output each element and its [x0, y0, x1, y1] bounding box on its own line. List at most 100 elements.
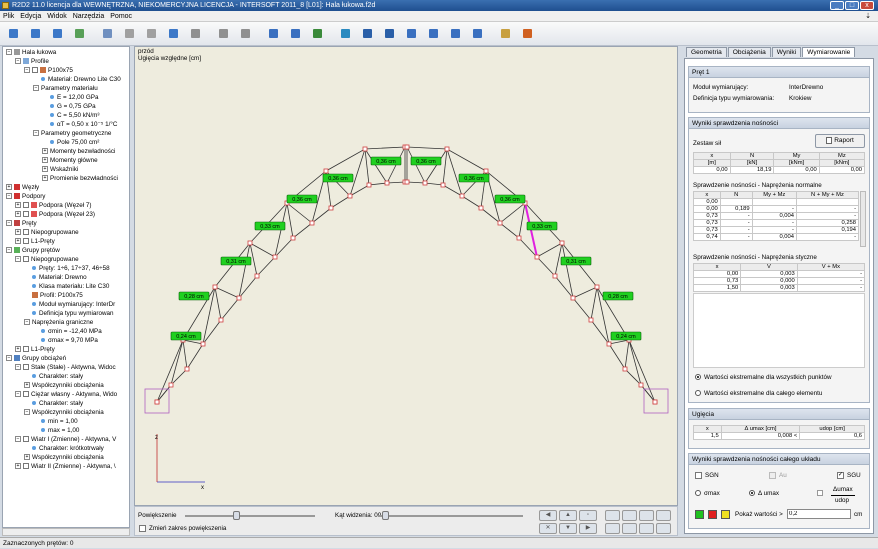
arch-truss-drawing[interactable]: 0,24 cm 0,28 cm 0,31 cm 0,33 cm 0,36 cm 0,36 …	[135, 47, 678, 506]
close-button[interactable]: x	[860, 1, 874, 10]
node-marker[interactable]	[606, 341, 612, 347]
normal-table-scrollbar[interactable]	[860, 191, 866, 247]
tree-node[interactable]: Charakter: stały	[24, 399, 83, 408]
visibility-checkbox[interactable]	[23, 202, 29, 209]
deflection-label[interactable]: 0,33 cm	[532, 224, 552, 230]
node-marker[interactable]	[440, 182, 446, 188]
arrow-back-button[interactable]: ✕	[539, 523, 557, 534]
view-mode-button[interactable]	[656, 523, 671, 534]
node-marker[interactable]	[200, 341, 206, 347]
deflection-label[interactable]: 0,28 cm	[184, 294, 204, 300]
toolbar-save-button[interactable]	[50, 26, 65, 41]
node-marker[interactable]	[516, 235, 522, 241]
collapse-icon[interactable]: −	[15, 364, 21, 371]
expand-icon[interactable]: +	[15, 346, 21, 353]
node-marker[interactable]	[404, 144, 410, 150]
lock-button[interactable]: ▫	[579, 510, 597, 521]
tree-node[interactable]: − Pręty	[6, 219, 37, 228]
table-row[interactable]: 0,00 0,003-	[692, 270, 866, 278]
tree-node[interactable]: Pręty: 1÷6, 17÷37, 46÷58	[24, 264, 110, 273]
arrow-right-button[interactable]: ▶	[579, 523, 597, 534]
collapse-icon[interactable]: −	[24, 319, 30, 326]
node-marker[interactable]	[236, 295, 242, 301]
node-marker[interactable]	[534, 254, 540, 260]
tab-2[interactable]: Wyniki	[771, 47, 802, 57]
visibility-checkbox[interactable]	[32, 67, 38, 74]
tree-node[interactable]: + Współczynniki obciążenia	[24, 453, 104, 462]
expand-icon[interactable]: +	[42, 166, 48, 173]
toolbar-view-b-button[interactable]	[382, 26, 397, 41]
node-marker[interactable]	[362, 146, 368, 152]
deflection-label[interactable]: 0,24 cm	[176, 334, 196, 340]
visibility-checkbox[interactable]	[23, 238, 29, 245]
table-row[interactable]: 1,50 0,003-	[692, 284, 866, 292]
table-row[interactable]: 0,74-0,004-	[693, 233, 860, 241]
tab-0[interactable]: Geometria	[686, 47, 727, 57]
tree-node[interactable]: + Wskaźniki	[42, 165, 78, 174]
tree-node[interactable]: E = 12,00 GPa	[42, 93, 98, 102]
tree-node[interactable]: G = 0,75 GPa	[42, 102, 96, 111]
tree-node[interactable]: − Parametry materiału	[33, 84, 98, 93]
deflection-label[interactable]: 0,31 cm	[226, 259, 246, 265]
tree-node[interactable]: Profil: P100x75	[24, 291, 83, 300]
tree-node[interactable]: + Węzły	[6, 183, 39, 192]
tree-node[interactable]: min = 1,00	[33, 417, 78, 426]
visibility-checkbox[interactable]	[23, 346, 29, 353]
arrow-down-button[interactable]: ▼	[559, 523, 577, 534]
node-marker[interactable]	[404, 179, 410, 185]
tree-node[interactable]: σmax = 9,70 MPa	[33, 336, 98, 345]
visibility-checkbox[interactable]	[23, 391, 29, 398]
tree-node[interactable]: − Niepogrupowane	[15, 255, 79, 264]
toolbar-print-button[interactable]	[470, 26, 485, 41]
tree-node[interactable]: + Podpora (Węzeł 23)	[15, 210, 95, 219]
tab-1[interactable]: Obciążenia	[727, 47, 771, 57]
tree-node[interactable]: − Hala łukowa	[6, 48, 56, 57]
deflection-label[interactable]: 0,24 cm	[616, 334, 636, 340]
tree-node[interactable]: − Ciężar własny - Aktywna, Wido	[15, 390, 117, 399]
tree-node[interactable]: max = 1,00	[33, 426, 79, 435]
tree-node[interactable]: + Promienie bezwładności	[42, 174, 118, 183]
node-marker[interactable]	[328, 205, 334, 211]
view-mode-button[interactable]	[639, 510, 654, 521]
menu-2[interactable]: Widok	[44, 11, 69, 22]
node-marker[interactable]	[497, 220, 503, 226]
tree-node[interactable]: Definicja typu wymiarowan	[24, 309, 114, 318]
deflection-label[interactable]: 0,36 cm	[328, 176, 348, 182]
toolbar-loads-button[interactable]	[310, 26, 325, 41]
node-marker[interactable]	[218, 317, 224, 323]
maximize-button[interactable]: □	[845, 1, 859, 10]
node-marker[interactable]	[638, 382, 644, 388]
collapse-icon[interactable]: −	[24, 67, 30, 74]
node-marker[interactable]	[652, 399, 658, 405]
tree-node[interactable]: + L1-Pręty	[15, 237, 55, 246]
expand-icon[interactable]: +	[15, 202, 21, 209]
toolbar-help-button[interactable]	[520, 26, 535, 41]
tree-node[interactable]: + Momenty główne	[42, 156, 98, 165]
collapse-icon[interactable]: −	[24, 409, 30, 416]
node-marker[interactable]	[347, 193, 353, 199]
expand-icon[interactable]: +	[6, 184, 12, 191]
tree-node[interactable]: + Podpora (Węzeł 7)	[15, 201, 92, 210]
view-mode-button[interactable]	[656, 510, 671, 521]
visibility-checkbox[interactable]	[23, 364, 29, 371]
collapse-icon[interactable]: −	[6, 220, 12, 227]
expand-icon[interactable]: +	[42, 175, 48, 182]
sgu-checkbox[interactable]: ✓	[837, 472, 844, 479]
view-mode-button[interactable]	[622, 510, 637, 521]
tree-node[interactable]: + L1-Pręty	[15, 345, 55, 354]
tree-node[interactable]: − Grupy obciążeń	[6, 354, 66, 363]
tree-horizontal-scrollbar[interactable]	[2, 528, 130, 536]
deflection-label[interactable]: 0,36 cm	[376, 159, 396, 165]
expand-icon[interactable]: +	[24, 454, 30, 461]
node-marker[interactable]	[559, 240, 565, 246]
tree-node[interactable]: C = 5,50 kN/m³	[42, 111, 100, 120]
ratio-checkbox[interactable]	[817, 490, 823, 496]
toolbar-delete-button[interactable]	[188, 26, 203, 41]
collapse-icon[interactable]: −	[15, 391, 21, 398]
node-marker[interactable]	[323, 168, 329, 174]
node-marker[interactable]	[247, 240, 253, 246]
tree-node[interactable]: + Współczynniki obciążenia	[24, 381, 104, 390]
collapse-icon[interactable]: −	[6, 247, 12, 254]
toolbar-table-button[interactable]	[266, 26, 281, 41]
toolbar-report-button[interactable]	[448, 26, 463, 41]
